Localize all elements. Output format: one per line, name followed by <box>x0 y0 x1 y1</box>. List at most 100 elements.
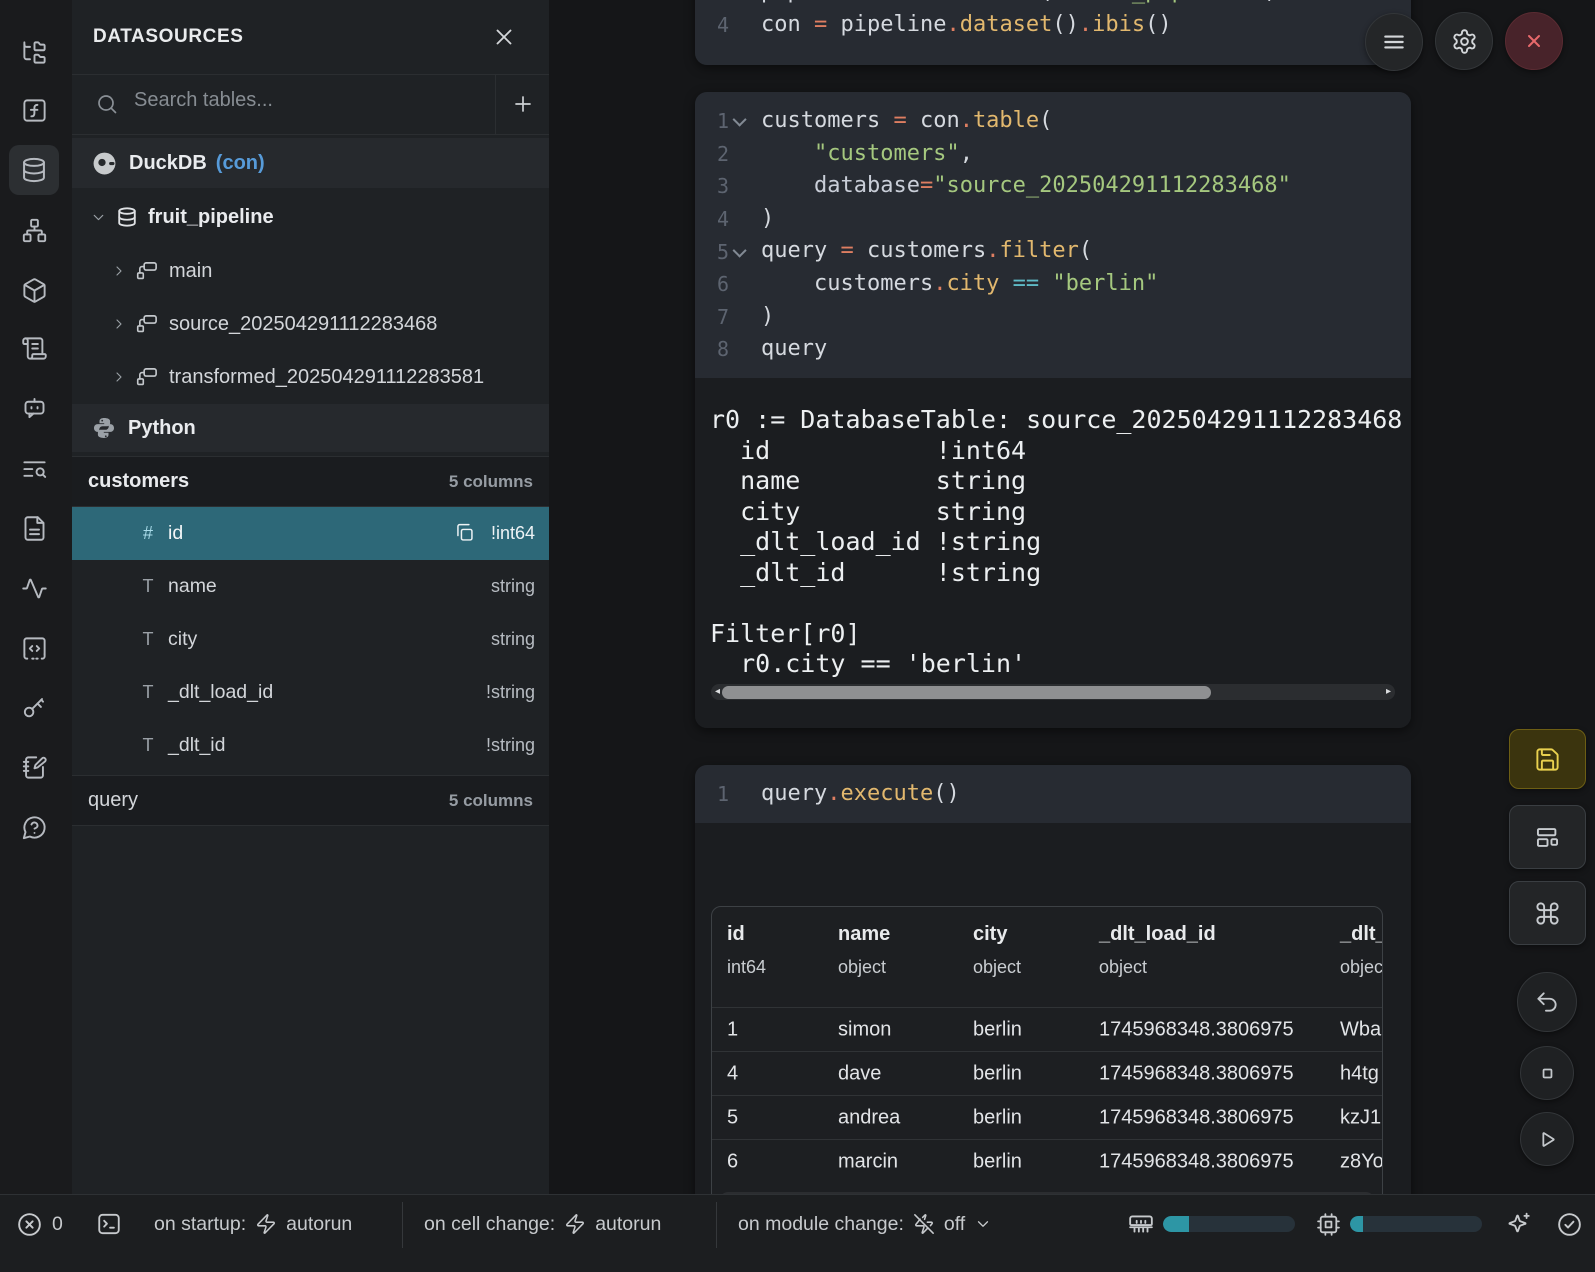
layout-toggle-button[interactable] <box>1509 805 1586 869</box>
chevron-right-icon[interactable] <box>111 316 127 332</box>
panel-header: DATASOURCES <box>72 0 549 75</box>
shutdown-button[interactable] <box>1505 12 1563 70</box>
tree-item-schema-main[interactable]: main <box>72 246 549 296</box>
settings-gear-button[interactable] <box>1435 12 1493 70</box>
notebook-menu-button[interactable] <box>1365 13 1423 71</box>
chevron-down-icon[interactable] <box>90 209 107 226</box>
tree-item-schema-transformed[interactable]: transformed_202504291112283581 <box>72 352 549 402</box>
ai-sparkles-button[interactable] <box>1506 1211 1532 1237</box>
line-number: 8 <box>703 337 729 361</box>
text-type-icon: T <box>138 576 158 597</box>
on-cell-change-setting[interactable]: on cell change: autorun <box>424 1211 661 1237</box>
datasources-panel: DATASOURCES DuckDB (con) <box>72 0 550 1194</box>
schema-icon <box>136 366 159 389</box>
code-line[interactable]: 4) <box>703 203 1411 236</box>
column-type: !int64 <box>491 523 535 544</box>
connection-status-icon[interactable] <box>1556 1211 1583 1237</box>
code-line[interactable]: 2 "customers", <box>703 138 1411 171</box>
terminal-button[interactable] <box>96 1211 122 1237</box>
schema-name: transformed_202504291112283581 <box>169 366 484 389</box>
panel-title: DATASOURCES <box>93 26 244 48</box>
notebook-area: 3pipeline = dlt.attach("fruit_pipeline")… <box>549 0 1595 1194</box>
code-line[interactable]: 3 database="source_202504291112283468" <box>703 170 1411 203</box>
help-circle-icon[interactable] <box>9 802 59 852</box>
list-search-icon[interactable] <box>9 443 59 493</box>
chevron-right-icon[interactable] <box>111 263 127 279</box>
table-header[interactable]: _dlt_id <box>1340 923 1383 946</box>
error-indicator[interactable]: 0 <box>16 1211 63 1237</box>
code-line[interactable]: 6 customers.city == "berlin" <box>703 268 1411 301</box>
table-cell: 1745968348.3806975 <box>1099 1107 1294 1130</box>
column-name: name <box>168 575 217 598</box>
table-row-customers[interactable]: customers 5 columns <box>72 456 549 507</box>
code-line[interactable]: 7) <box>703 301 1411 334</box>
tree-item-schema-source[interactable]: source_202504291112283468 <box>72 299 549 349</box>
scrollbar-thumb[interactable] <box>722 686 1211 699</box>
table-row[interactable]: 1simonberlin1745968348.3806975Wba <box>712 1007 1382 1052</box>
function-square-icon[interactable] <box>9 85 59 135</box>
database-icon[interactable] <box>9 145 59 195</box>
close-panel-icon[interactable] <box>491 24 517 50</box>
search-input[interactable] <box>132 88 486 113</box>
copy-icon[interactable] <box>454 522 475 543</box>
table-cell: berlin <box>973 1063 1022 1086</box>
engine-row-duckdb[interactable]: DuckDB (con) <box>72 138 549 188</box>
package-icon[interactable] <box>9 265 59 315</box>
network-icon[interactable] <box>9 205 59 255</box>
table-cell: 1745968348.3806975 <box>1099 1019 1294 1042</box>
table-row[interactable]: 5andreaberlin1745968348.3806975kzJ1 <box>712 1095 1382 1140</box>
code-line[interactable]: 5 query = customers.filter( <box>703 235 1411 268</box>
table-header[interactable]: city <box>973 923 1007 946</box>
command-palette-button[interactable] <box>1509 881 1586 945</box>
code-cell-setup[interactable]: 3pipeline = dlt.attach("fruit_pipeline")… <box>695 0 1411 65</box>
file-tree-icon[interactable] <box>9 27 59 77</box>
table-header[interactable]: name <box>838 923 890 946</box>
save-button[interactable] <box>1509 729 1586 789</box>
code-cell-query[interactable]: 1customers = con.table(2 "customers",3 d… <box>695 92 1411 728</box>
bot-chat-icon[interactable] <box>9 383 59 433</box>
run-button[interactable] <box>1520 1112 1574 1166</box>
code-line[interactable]: 1customers = con.table( <box>703 105 1411 138</box>
code-line[interactable]: 4con = pipeline.dataset().ibis() <box>703 9 1411 42</box>
notebook-pen-icon[interactable] <box>9 742 59 792</box>
on-module-change-setting[interactable]: on module change: off <box>738 1211 992 1237</box>
horizontal-scrollbar[interactable]: ◂ ▸ <box>711 684 1395 700</box>
line-number: 5 <box>703 240 729 264</box>
fold-chevron-icon[interactable] <box>729 116 753 126</box>
table-row-query[interactable]: query 5 columns <box>72 775 549 826</box>
document-icon[interactable] <box>9 503 59 553</box>
column-row-dlt-load-id[interactable]: T _dlt_load_id !string <box>72 666 549 719</box>
table-row[interactable]: 6marcinberlin1745968348.3806975z8Yo <box>712 1139 1382 1184</box>
undo-button[interactable] <box>1517 972 1577 1032</box>
tree-item-database[interactable]: fruit_pipeline <box>72 192 549 242</box>
key-icon[interactable] <box>9 682 59 732</box>
stop-button[interactable] <box>1520 1046 1574 1100</box>
fold-chevron-icon[interactable] <box>729 247 753 257</box>
column-row-id[interactable]: # id !int64 <box>72 507 549 560</box>
text-type-icon: T <box>138 629 158 650</box>
code-text: query = customers.filter( <box>761 235 1092 268</box>
code-line[interactable]: 8query <box>703 333 1411 366</box>
column-row-city[interactable]: T city string <box>72 613 549 666</box>
section-python[interactable]: Python <box>72 404 549 452</box>
activity-icon[interactable] <box>9 563 59 613</box>
code-line[interactable]: 1query.execute() <box>703 778 1411 811</box>
code-cell-execute[interactable]: 1query.execute() ◂ ▸ idint64nameobjectci… <box>695 765 1411 1194</box>
table-header[interactable]: id <box>727 923 745 946</box>
table-row[interactable]: 4daveberlin1745968348.3806975h4tg <box>712 1051 1382 1096</box>
table-header[interactable]: _dlt_load_id <box>1099 923 1216 946</box>
scroll-left-arrow[interactable]: ◂ <box>715 684 720 700</box>
add-datasource-button[interactable] <box>495 74 549 134</box>
scroll-text-icon[interactable] <box>9 323 59 373</box>
on-startup-setting[interactable]: on startup: autorun <box>154 1211 352 1237</box>
code-square-icon[interactable] <box>9 623 59 673</box>
chevron-right-icon[interactable] <box>111 369 127 385</box>
column-row-dlt-id[interactable]: T _dlt_id !string <box>72 719 549 772</box>
schema-name: source_202504291112283468 <box>169 313 437 336</box>
table-name: customers <box>88 470 189 493</box>
cell-output: ◂ ▸ idint64nameobjectcityobject_dlt_load… <box>695 823 1411 1194</box>
table-column-count: 5 columns <box>449 472 533 492</box>
column-row-name[interactable]: T name string <box>72 560 549 613</box>
scroll-right-arrow[interactable]: ▸ <box>1386 684 1391 700</box>
code-line[interactable]: 3pipeline = dlt.attach("fruit_pipeline") <box>703 0 1411 9</box>
